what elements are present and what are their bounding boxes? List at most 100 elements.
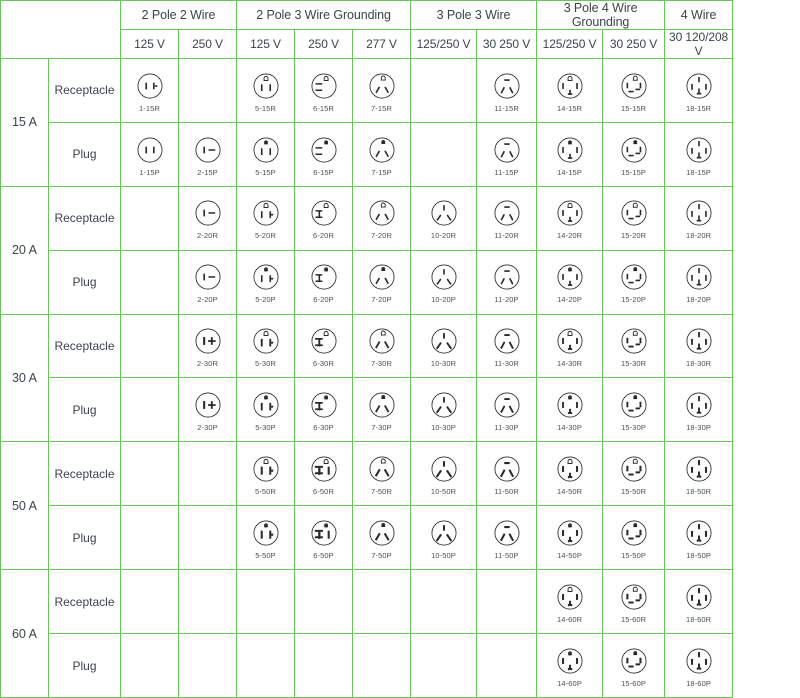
column-group-header: 2 Pole 2 Wire bbox=[119, 0, 238, 30]
nema-connector-icon: 10-30P bbox=[411, 388, 476, 432]
connector-cell: 11-20R bbox=[476, 185, 538, 251]
connector-cell: 14-15P bbox=[536, 121, 604, 187]
connector-cell: 2-20R bbox=[177, 185, 238, 251]
empty-cell-spacer bbox=[295, 570, 352, 633]
voltage-header: 30 250 V bbox=[602, 29, 666, 59]
nema-connector-icon: 15-50R bbox=[603, 452, 664, 496]
nema-connector-icon: 5-50R bbox=[237, 452, 294, 496]
connector-cell: 18-50P bbox=[664, 505, 734, 571]
connector-cell: 2-30R bbox=[177, 313, 238, 379]
connector-cell: 14-50P bbox=[536, 505, 604, 571]
connector-cell: 5-15R bbox=[236, 58, 296, 123]
empty-cell bbox=[120, 505, 179, 571]
connector-cell: 11-50P bbox=[476, 505, 538, 571]
nema-connector-icon: 5-30P bbox=[237, 388, 294, 432]
connector-cell: 7-20R bbox=[352, 185, 412, 251]
connector-code-label: 10-20P bbox=[431, 295, 456, 305]
connector-code-label: 14-60P bbox=[557, 678, 582, 688]
empty-cell bbox=[120, 569, 179, 635]
nema-connector-icon: 14-30P bbox=[537, 388, 602, 432]
connector-cell: 14-30R bbox=[536, 313, 604, 379]
voltage-header: 250 V bbox=[294, 29, 354, 59]
connector-code-label: 18-50R bbox=[685, 487, 712, 497]
nema-connector-icon: 14-60P bbox=[537, 644, 602, 688]
voltage-header: 250 V bbox=[177, 29, 238, 59]
empty-cell bbox=[352, 633, 412, 698]
connector-cell: 14-60R bbox=[536, 569, 604, 635]
empty-cell-spacer bbox=[121, 442, 178, 505]
connector-cell: 5-30P bbox=[236, 377, 296, 443]
connector-code-label: 5-15P bbox=[255, 167, 276, 177]
connector-code-label: 5-50P bbox=[255, 550, 276, 560]
connector-cell: 5-30R bbox=[236, 313, 296, 379]
connector-cell: 7-30P bbox=[352, 377, 412, 443]
connector-cell: 7-50P bbox=[352, 505, 412, 571]
nema-connector-icon: 15-50P bbox=[603, 516, 664, 560]
connector-cell: 7-30R bbox=[352, 313, 412, 379]
nema-connector-icon: 14-30R bbox=[537, 324, 602, 368]
connector-code-label: 15-15R bbox=[620, 103, 647, 113]
connector-code-label: 10-30R bbox=[430, 359, 457, 369]
empty-cell bbox=[236, 569, 296, 635]
nema-connector-icon: 7-50R bbox=[353, 452, 410, 496]
connector-code-label: 6-50R bbox=[313, 487, 334, 497]
nema-connector-icon: 15-20R bbox=[603, 196, 664, 240]
empty-cell-spacer bbox=[121, 187, 178, 250]
nema-connector-icon: 5-50P bbox=[237, 516, 294, 560]
nema-connector-icon: 15-20P bbox=[603, 260, 664, 304]
connector-cell: 1-15P bbox=[120, 121, 179, 187]
nema-connector-icon: 6-15P bbox=[295, 133, 352, 177]
connector-cell: 14-20P bbox=[536, 249, 604, 315]
nema-connector-icon: 11-15R bbox=[477, 69, 536, 113]
connector-code-label: 5-50R bbox=[255, 487, 276, 497]
connector-code-label: 1-15R bbox=[139, 103, 160, 113]
connector-code-label: 11-20R bbox=[494, 231, 519, 241]
nema-connector-icon: 18-15R bbox=[665, 69, 732, 113]
connector-code-label: 11-50R bbox=[494, 487, 519, 497]
nema-connector-icon: 7-20R bbox=[353, 196, 410, 240]
voltage-header-row: 125 V 250 V 125 V 250 V 277 V 125/250 V 30 250… bbox=[1, 29, 800, 59]
empty-cell bbox=[177, 58, 238, 123]
table-body: 15 A Receptacle 1-15R 5-15R 6-15R 7-15R 11-15R… bbox=[0, 58, 800, 698]
connector-cell: 15-30P bbox=[602, 377, 666, 443]
table-row: 60 A Receptacle 14-60R 15-60R 18-60R bbox=[0, 569, 800, 698]
voltage-header: 30 120/208 V bbox=[664, 29, 734, 59]
connector-cell: 7-15R bbox=[352, 58, 412, 123]
voltage-header: 125 V bbox=[236, 29, 296, 59]
empty-cell-spacer bbox=[121, 315, 178, 378]
nema-connector-icon: 7-30P bbox=[353, 388, 410, 432]
connector-code-label: 7-30R bbox=[371, 359, 392, 369]
column-group-header: 2 Pole 3 Wire Grounding bbox=[236, 0, 412, 30]
connector-cell: 7-15P bbox=[352, 121, 412, 187]
nema-connector-icon: 14-50R bbox=[537, 452, 602, 496]
connector-code-label: 15-60R bbox=[620, 614, 647, 624]
connector-code-label: 14-50R bbox=[556, 487, 583, 497]
nema-connector-icon: 11-20P bbox=[477, 260, 536, 304]
connector-cell: 5-20R bbox=[236, 185, 296, 251]
connector-code-label: 10-20R bbox=[430, 231, 457, 241]
table-row: Plug 2-30P 5-30P 6-30P 7-30P 10-30P 11-30P 14-3… bbox=[1, 377, 800, 443]
nema-connector-icon: 11-30P bbox=[477, 388, 536, 432]
voltage-header: 125/250 V bbox=[536, 29, 604, 59]
connector-cell: 10-20R bbox=[410, 185, 478, 251]
connector-code-label: 15-30R bbox=[620, 359, 647, 369]
connector-cell: 14-30P bbox=[536, 377, 604, 443]
connector-code-label: 14-30P bbox=[557, 423, 582, 433]
connector-code-label: 18-20R bbox=[685, 231, 712, 241]
column-group-header: 3 Pole 3 Wire bbox=[410, 0, 538, 30]
connector-code-label: 11-15R bbox=[494, 103, 519, 113]
connector-cell: 14-50R bbox=[536, 441, 604, 507]
empty-cell bbox=[294, 633, 354, 698]
connector-cell: 15-20R bbox=[602, 185, 666, 251]
nema-connector-icon: 2-15P bbox=[179, 133, 236, 177]
nema-connector-icon: 5-20P bbox=[237, 260, 294, 304]
connector-cell: 18-15P bbox=[664, 121, 734, 187]
connector-cell: 15-60R bbox=[602, 569, 666, 635]
connector-code-label: 6-30R bbox=[313, 359, 334, 369]
connector-cell: 11-30R bbox=[476, 313, 538, 379]
empty-cell-spacer bbox=[121, 506, 178, 569]
nema-connector-icon: 6-30P bbox=[295, 388, 352, 432]
table-head: 2 Pole 2 Wire 2 Pole 3 Wire Grounding 3 Po… bbox=[0, 0, 800, 59]
connector-cell: 18-50R bbox=[664, 441, 734, 507]
connector-cell: 6-15R bbox=[294, 58, 354, 123]
